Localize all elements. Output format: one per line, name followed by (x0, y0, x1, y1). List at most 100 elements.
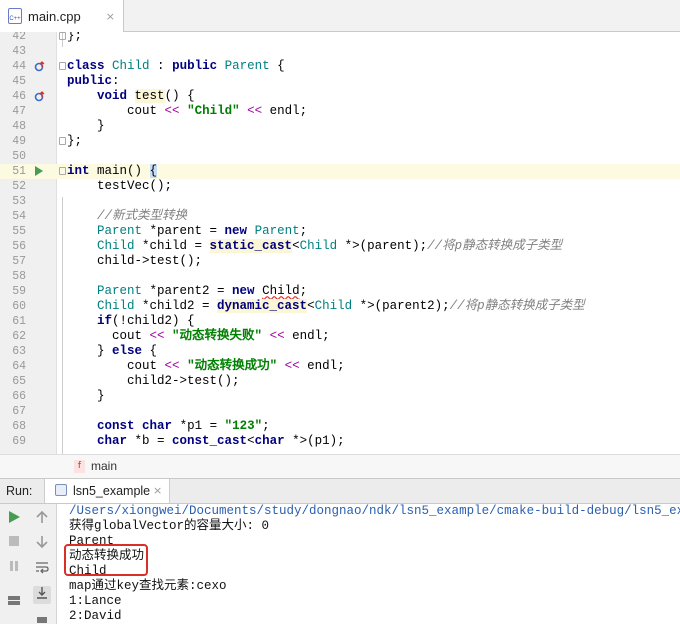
editor-tab-bar: C++ main.cpp × (0, 0, 680, 32)
line-number[interactable]: 62 (0, 329, 26, 344)
code-text: } else { (67, 344, 158, 358)
code-text: child->test(); (67, 254, 203, 268)
line-number[interactable]: 43 (0, 44, 26, 59)
code-text: Parent *parent = new Parent; (97, 224, 308, 238)
code-line: 63 } else { (0, 344, 680, 359)
run-tool-bar: Run: lsn5_example × (0, 478, 680, 504)
code-line: 60 Child *child2 = dynamic_cast<Child *>… (0, 299, 680, 314)
code-line: 53 (0, 194, 680, 209)
code-line: 52 testVec(); (0, 179, 680, 194)
highlight-annotation-box (64, 544, 148, 576)
line-number[interactable]: 42 (0, 32, 26, 44)
code-line: 46 void test() { (0, 89, 680, 104)
line-number[interactable]: 50 (0, 149, 26, 164)
console-output[interactable]: /Users/xiongwei/Documents/study/dongnao/… (60, 504, 680, 624)
code-line: 58 (0, 269, 680, 284)
close-icon[interactable]: × (106, 10, 115, 23)
override-marker-icon[interactable] (34, 91, 45, 102)
line-number[interactable]: 65 (0, 374, 26, 389)
line-number[interactable]: 66 (0, 389, 26, 404)
layout-icon[interactable] (5, 593, 23, 611)
code-text: testVec(); (67, 179, 173, 193)
code-line: 64 cout << "动态转换成功" << endl; (0, 359, 680, 374)
line-number[interactable]: 47 (0, 104, 26, 119)
code-text: const char *p1 = "123"; (97, 419, 270, 433)
line-number[interactable]: 64 (0, 359, 26, 374)
line-number[interactable]: 57 (0, 254, 26, 269)
line-number[interactable]: 59 (0, 284, 26, 299)
code-text: //新式类型转换 (97, 209, 188, 223)
run-gutter-icon[interactable] (35, 166, 43, 176)
breadcrumb-function[interactable]: main (91, 459, 117, 473)
line-number[interactable]: 69 (0, 434, 26, 449)
override-marker-icon[interactable] (34, 61, 45, 72)
code-text: Child *child2 = dynamic_cast<Child *>(pa… (97, 299, 585, 313)
code-text: public: (67, 74, 120, 88)
code-editor[interactable]: 42}; 43 44 class Child : public Parent {45 p… (0, 32, 680, 454)
line-number[interactable]: 45 (0, 74, 26, 89)
run-panel-title: Run: (6, 484, 33, 498)
line-number[interactable]: 46 (0, 89, 26, 104)
run-config-icon (55, 484, 67, 496)
code-text: cout << "Child" << endl; (67, 104, 308, 118)
code-line: 65 child2->test(); (0, 374, 680, 389)
code-line: 57 child->test(); (0, 254, 680, 269)
code-text: int main() { (67, 164, 158, 178)
line-number[interactable]: 51 (0, 164, 26, 179)
line-number[interactable]: 56 (0, 239, 26, 254)
stop-icon[interactable] (5, 535, 23, 553)
close-icon[interactable]: × (153, 484, 162, 497)
soft-wrap-icon[interactable] (33, 560, 51, 578)
line-number[interactable]: 67 (0, 404, 26, 419)
code-line: 56 Child *child = static_cast<Child *>(p… (0, 239, 680, 254)
tab-main-cpp[interactable]: C++ main.cpp × (0, 0, 124, 32)
line-number[interactable]: 68 (0, 419, 26, 434)
scroll-up-icon[interactable] (33, 510, 51, 528)
code-text: child2->test(); (67, 374, 240, 388)
code-text: } (67, 119, 105, 133)
line-number[interactable]: 52 (0, 179, 26, 194)
line-number[interactable]: 54 (0, 209, 26, 224)
code-line: 61 if(!child2) { (0, 314, 680, 329)
line-number[interactable]: 44 (0, 59, 26, 74)
line-number[interactable]: 55 (0, 224, 26, 239)
scroll-down-icon[interactable] (33, 535, 51, 553)
line-number[interactable]: 61 (0, 314, 26, 329)
run-tab-label: lsn5_example (73, 484, 151, 498)
line-number[interactable]: 49 (0, 134, 26, 149)
code-line: 45 public: (0, 74, 680, 89)
code-text: }; (67, 32, 83, 43)
code-line: 50 (0, 149, 680, 164)
code-text: } (67, 389, 105, 403)
code-line: 69 char *b = const_cast<char *>(p1); (0, 434, 680, 449)
fold-icon[interactable] (59, 137, 66, 145)
code-text: cout << "动态转换成功" << endl; (67, 359, 345, 373)
fold-icon[interactable] (59, 32, 66, 40)
fold-icon[interactable] (59, 62, 66, 70)
print-icon[interactable] (33, 612, 51, 630)
line-number[interactable]: 53 (0, 194, 26, 209)
console-line: map通过key查找元素:cexo (69, 579, 227, 593)
console-line-command: /Users/xiongwei/Documents/study/dongnao/… (69, 504, 680, 518)
rerun-icon[interactable] (5, 510, 23, 528)
scroll-to-end-icon[interactable] (33, 586, 51, 604)
code-text: void test() { (97, 89, 195, 103)
console-line: 获得globalVector的容量大小: 0 (69, 519, 270, 533)
run-tab[interactable]: lsn5_example × (44, 479, 170, 503)
fold-icon[interactable] (59, 167, 66, 175)
code-line: 47 cout << "Child" << endl; (0, 104, 680, 119)
pause-icon[interactable] (5, 560, 23, 578)
cpp-file-icon: C++ (8, 8, 22, 24)
code-line: 62 cout << "动态转换失败" << endl; (0, 329, 680, 344)
console-line: 1:Lance (69, 594, 122, 608)
code-text: char *b = const_cast<char *>(p1); (97, 434, 345, 448)
code-line: 43 (0, 44, 680, 59)
code-line: 48 } (0, 119, 680, 134)
line-number[interactable]: 60 (0, 299, 26, 314)
line-number[interactable]: 58 (0, 269, 26, 284)
line-number[interactable]: 63 (0, 344, 26, 359)
run-toolstrip (0, 504, 57, 624)
code-line: 55 Parent *parent = new Parent; (0, 224, 680, 239)
code-line: 44 class Child : public Parent { (0, 59, 680, 74)
line-number[interactable]: 48 (0, 119, 26, 134)
